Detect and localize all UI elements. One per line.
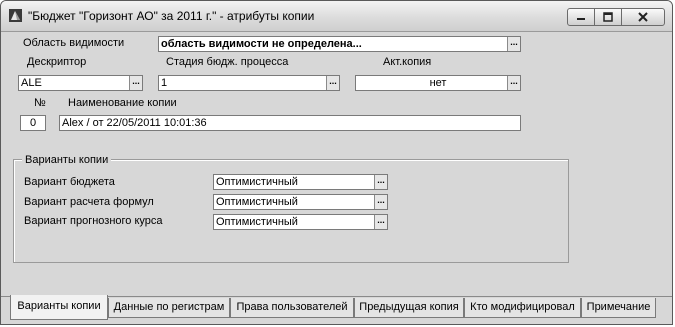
scope-value: область видимости не определена... bbox=[161, 38, 362, 50]
scope-picker-button[interactable]: ... bbox=[507, 37, 520, 51]
descriptor-picker-button[interactable]: ... bbox=[129, 76, 142, 90]
tab-modified-by[interactable]: Кто модифицировал bbox=[464, 298, 581, 318]
minimize-icon bbox=[577, 18, 585, 20]
budget-variant-label: Вариант бюджета bbox=[24, 176, 115, 188]
close-icon bbox=[638, 12, 648, 22]
forecast-variant-picker-button[interactable]: ... bbox=[374, 215, 387, 229]
stage-value: 1 bbox=[161, 77, 168, 89]
copy-name-field[interactable]: Alex / от 22/05/2011 10:01:36 bbox=[59, 115, 521, 131]
close-button[interactable] bbox=[621, 8, 665, 26]
attributes-window: "Бюджет "Горизонт АО" за 2011 г." - атри… bbox=[0, 0, 673, 325]
app-icon bbox=[9, 9, 22, 22]
forecast-variant-field[interactable]: Оптимистичный ... bbox=[213, 214, 388, 230]
tab-previous-copy[interactable]: Предыдущая копия bbox=[354, 298, 464, 318]
stage-label: Стадия бюдж. процесса bbox=[166, 56, 289, 68]
formula-variant-label: Вариант расчета формул bbox=[24, 196, 154, 208]
scope-label: Область видимости bbox=[23, 37, 125, 49]
variants-group-title: Варианты копии bbox=[22, 154, 112, 166]
act-copy-value: нет bbox=[429, 77, 447, 89]
formula-variant-value: Оптимистичный bbox=[216, 196, 298, 208]
number-label: № bbox=[34, 97, 46, 109]
tab-register-data[interactable]: Данные по регистрам bbox=[108, 298, 230, 318]
formula-variant-field[interactable]: Оптимистичный ... bbox=[213, 194, 388, 210]
copy-name-value: Alex / от 22/05/2011 10:01:36 bbox=[62, 117, 207, 129]
tab-user-rights[interactable]: Права пользователей bbox=[230, 298, 354, 318]
copy-name-label: Наименование копии bbox=[68, 97, 177, 109]
formula-variant-picker-button[interactable]: ... bbox=[374, 195, 387, 209]
budget-variant-field[interactable]: Оптимистичный ... bbox=[213, 174, 388, 190]
act-copy-label: Акт.копия bbox=[383, 56, 432, 68]
maximize-icon bbox=[603, 12, 613, 22]
maximize-button[interactable] bbox=[594, 8, 622, 26]
stage-field[interactable]: 1 ... bbox=[158, 75, 340, 91]
tab-copy-variants[interactable]: Варианты копии bbox=[10, 295, 108, 320]
act-copy-field[interactable]: нет ... bbox=[355, 75, 521, 91]
descriptor-label: Дескриптор bbox=[27, 56, 87, 68]
stage-picker-button[interactable]: ... bbox=[326, 76, 339, 90]
act-copy-picker-button[interactable]: ... bbox=[507, 76, 520, 90]
budget-variant-value: Оптимистичный bbox=[216, 176, 298, 188]
scope-field[interactable]: область видимости не определена... ... bbox=[158, 36, 521, 52]
title-bar[interactable]: "Бюджет "Горизонт АО" за 2011 г." - атри… bbox=[1, 1, 672, 32]
minimize-button[interactable] bbox=[567, 8, 595, 26]
budget-variant-picker-button[interactable]: ... bbox=[374, 175, 387, 189]
descriptor-value: ALE bbox=[21, 77, 42, 89]
number-value: 0 bbox=[29, 117, 37, 129]
window-title: "Бюджет "Горизонт АО" за 2011 г." - атри… bbox=[28, 9, 315, 23]
forecast-variant-label: Вариант прогнозного курса bbox=[24, 215, 163, 227]
forecast-variant-value: Оптимистичный bbox=[216, 216, 298, 228]
number-field[interactable]: 0 bbox=[20, 115, 46, 131]
tab-note[interactable]: Примечание bbox=[581, 298, 656, 318]
descriptor-field[interactable]: ALE ... bbox=[18, 75, 143, 91]
